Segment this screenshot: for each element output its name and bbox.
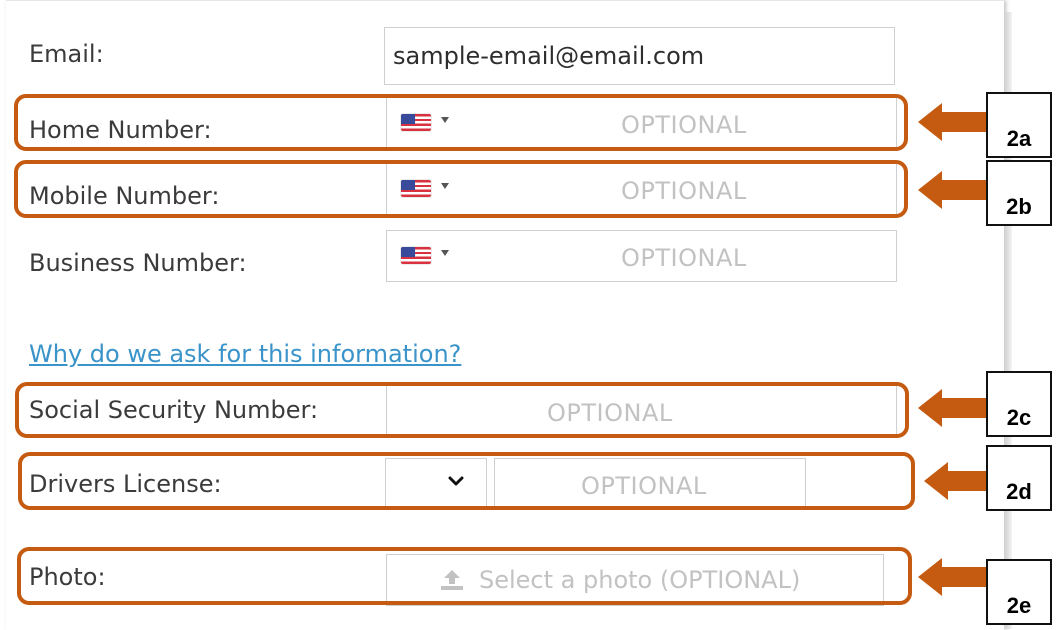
highlight-drivers-license (18, 452, 915, 510)
annotation-tag-2b: 2b (986, 160, 1052, 226)
arrow-left-icon (918, 558, 986, 596)
why-info-link[interactable]: Why do we ask for this information? (29, 340, 461, 368)
us-flag-icon[interactable] (401, 247, 431, 264)
arrow-left-icon (924, 462, 992, 500)
email-value: sample-email@email.com (393, 42, 705, 70)
business-number-field[interactable]: OPTIONAL (386, 230, 897, 282)
arrow-left-icon (918, 171, 986, 209)
annotation-tag-label: 2c (1006, 405, 1032, 430)
annotation-tag-2a: 2a (986, 92, 1052, 158)
email-label: Email: (29, 40, 104, 68)
highlight-home-number (14, 94, 908, 151)
chevron-down-icon[interactable] (441, 250, 449, 256)
annotation-tag-2e: 2e (986, 559, 1052, 625)
email-field[interactable]: sample-email@email.com (384, 27, 895, 85)
annotation-tag-label: 2b (1006, 194, 1032, 219)
business-number-label: Business Number: (29, 249, 247, 277)
arrow-left-icon (918, 389, 986, 427)
annotation-tag-label: 2e (1006, 593, 1032, 618)
highlight-photo (17, 547, 912, 605)
arrow-left-icon (918, 103, 986, 141)
annotation-tag-2c: 2c (986, 371, 1052, 437)
annotation-tag-2d: 2d (986, 445, 1052, 511)
annotation-tag-label: 2d (1006, 479, 1032, 504)
highlight-ssn (15, 382, 909, 438)
annotation-tag-label: 2a (1006, 126, 1032, 151)
highlight-mobile-number (14, 160, 908, 218)
business-number-placeholder: OPTIONAL (621, 244, 747, 272)
